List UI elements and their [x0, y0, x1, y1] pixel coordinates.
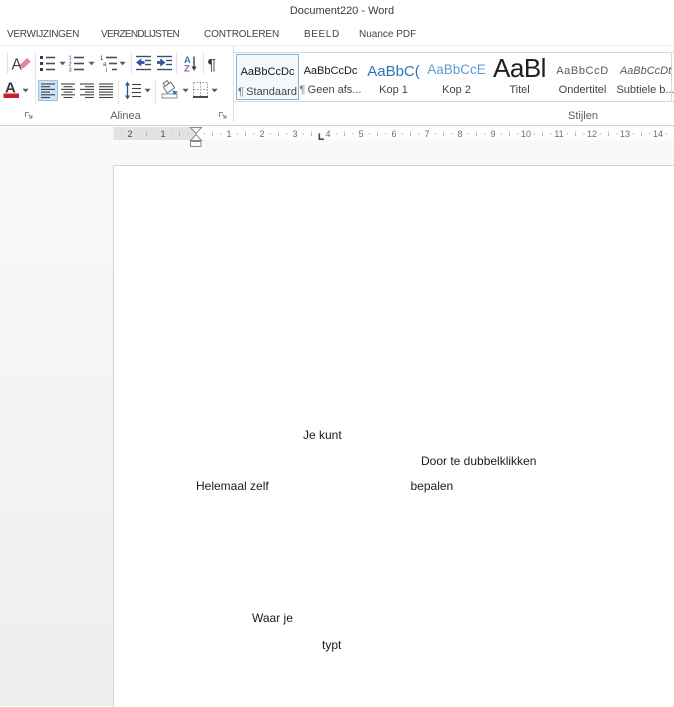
svg-text:1: 1 [226, 129, 231, 139]
svg-text:9: 9 [490, 129, 495, 139]
svg-text:2: 2 [127, 129, 132, 139]
svg-text:¶: ¶ [208, 57, 217, 74]
svg-text:2: 2 [259, 129, 264, 139]
svg-text:13: 13 [620, 129, 630, 139]
svg-text:12: 12 [587, 129, 597, 139]
svg-text:11: 11 [554, 129, 563, 139]
svg-text:i: i [106, 68, 107, 74]
svg-text:3: 3 [69, 68, 72, 74]
svg-text:7: 7 [424, 129, 429, 139]
svg-text:5: 5 [358, 129, 363, 139]
svg-text:3: 3 [292, 129, 297, 139]
svg-text:8: 8 [457, 129, 462, 139]
svg-text:10: 10 [521, 129, 531, 139]
svg-text:14: 14 [653, 129, 663, 139]
svg-text:4: 4 [325, 129, 330, 139]
svg-text:6: 6 [391, 129, 396, 139]
svg-text:Z: Z [184, 64, 190, 75]
svg-text:1: 1 [160, 129, 165, 139]
